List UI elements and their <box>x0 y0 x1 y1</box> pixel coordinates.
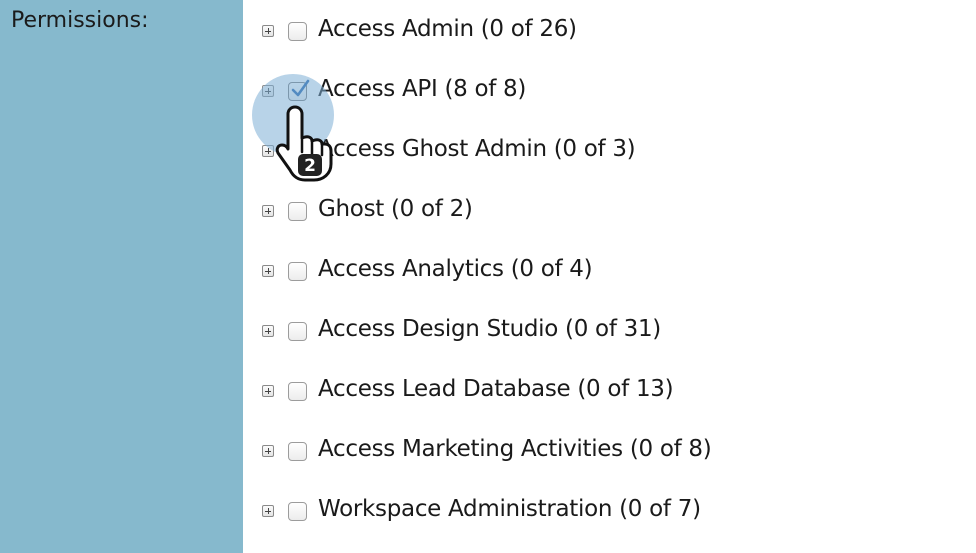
permission-label[interactable]: Workspace Administration (0 of 7) <box>318 496 701 522</box>
expand-icon[interactable] <box>262 325 274 337</box>
permissions-label: Permissions: <box>11 8 149 33</box>
permission-label[interactable]: Access Design Studio (0 of 31) <box>318 316 661 342</box>
checkbox-access-lead-database[interactable] <box>288 382 307 401</box>
permission-row-workspace-administration: Workspace Administration (0 of 7) <box>243 493 963 529</box>
expand-icon[interactable] <box>262 145 274 157</box>
expand-icon[interactable] <box>262 85 274 97</box>
checkbox-access-marketing-activities[interactable] <box>288 442 307 461</box>
expand-icon[interactable] <box>262 265 274 277</box>
checkbox-access-admin[interactable] <box>288 22 307 41</box>
expand-icon[interactable] <box>262 385 274 397</box>
permissions-sidebar: Permissions: <box>0 0 243 553</box>
permission-label[interactable]: Access Ghost Admin (0 of 3) <box>318 136 636 162</box>
permission-label[interactable]: Access Marketing Activities (0 of 8) <box>318 436 712 462</box>
permission-label[interactable]: Access Admin (0 of 26) <box>318 16 577 42</box>
checkbox-ghost[interactable] <box>288 202 307 221</box>
expand-icon[interactable] <box>262 205 274 217</box>
permission-row-access-lead-database: Access Lead Database (0 of 13) <box>243 373 963 409</box>
expand-icon[interactable] <box>262 505 274 517</box>
checkbox-access-design-studio[interactable] <box>288 322 307 341</box>
permissions-panel: Access Admin (0 of 26) Access API (8 of … <box>243 0 976 553</box>
permission-row-ghost: Ghost (0 of 2) <box>243 193 963 229</box>
permission-label[interactable]: Access Lead Database (0 of 13) <box>318 376 674 402</box>
permission-row-access-design-studio: Access Design Studio (0 of 31) <box>243 313 963 349</box>
permission-row-access-admin: Access Admin (0 of 26) <box>243 13 963 49</box>
checkbox-workspace-administration[interactable] <box>288 502 307 521</box>
permission-row-access-ghost-admin: Access Ghost Admin (0 of 3) <box>243 133 963 169</box>
permission-label[interactable]: Access Analytics (0 of 4) <box>318 256 593 282</box>
check-mark-icon <box>291 79 310 97</box>
permission-label[interactable]: Access API (8 of 8) <box>318 76 526 102</box>
permission-row-access-analytics: Access Analytics (0 of 4) <box>243 253 963 289</box>
permission-label[interactable]: Ghost (0 of 2) <box>318 196 473 222</box>
permission-row-access-marketing-activities: Access Marketing Activities (0 of 8) <box>243 433 963 469</box>
checkbox-access-ghost-admin[interactable] <box>288 142 307 161</box>
checkbox-access-api[interactable] <box>288 79 310 101</box>
checkbox-access-analytics[interactable] <box>288 262 307 281</box>
expand-icon[interactable] <box>262 445 274 457</box>
permission-row-access-api: Access API (8 of 8) <box>243 73 963 109</box>
expand-icon[interactable] <box>262 25 274 37</box>
